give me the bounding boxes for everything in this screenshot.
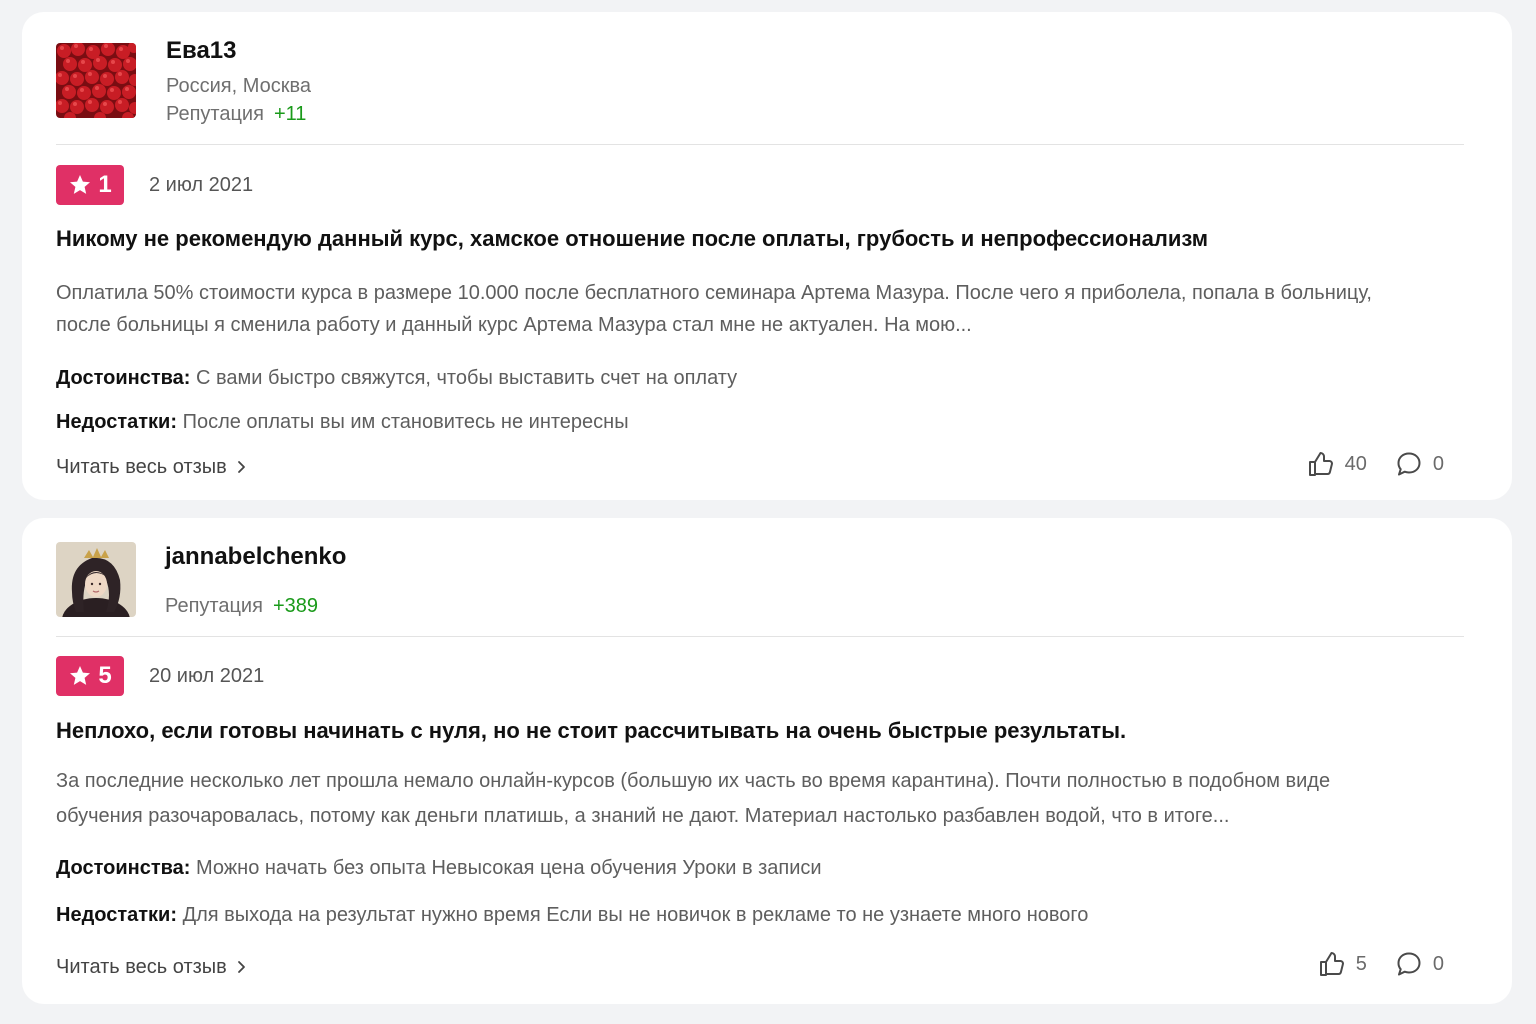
star-icon [70,666,91,685]
review-card: jannabelchenko Репутация +389 5 20 июл 20… [22,518,1512,1004]
divider [56,636,1464,637]
speech-bubble-icon [1397,452,1421,476]
author-reputation: Репутация +389 [165,592,346,620]
reputation-value: +389 [272,595,318,617]
review-title[interactable]: Неплохо, если готовы начинать с нуля, но… [56,716,1452,746]
review-cons: Недостатки: После оплаты вы им становите… [56,408,1452,436]
cons-label: Недостатки: [56,411,178,433]
comment-count: 0 [1432,452,1444,475]
cons-label: Недостатки: [56,904,178,926]
author-name[interactable]: Ева13 [166,36,311,66]
author-info: jannabelchenko Репутация +389 [165,542,346,620]
chevron-right-icon [237,961,245,973]
reputation-value: +11 [273,103,307,125]
like-count: 40 [1344,452,1367,475]
cons-text: После оплаты вы им становитесь не интере… [182,411,629,433]
like-button[interactable]: 40 [1307,450,1367,478]
review-actions: 40 0 [1307,450,1444,478]
avatar[interactable] [56,542,136,617]
thumbs-up-icon [1319,952,1344,976]
pros-label: Достоинства: [56,367,191,389]
comment-count: 0 [1432,952,1444,975]
read-more-link[interactable]: Читать весь отзыв [56,453,247,481]
review-text: За последние несколько лет прошла немало… [56,770,1331,827]
pros-text: Можно начать без опыта Невысокая цена об… [196,857,822,879]
read-more-label: Читать весь отзыв [56,956,227,978]
rating-badge: 1 [56,165,124,205]
rating-value: 1 [98,171,112,198]
review-date: 20 июл 2021 [149,665,265,687]
rating-badge: 5 [56,656,124,696]
rating-value: 5 [98,662,112,689]
chevron-right-icon [237,461,245,473]
star-icon [70,175,91,194]
read-more-link[interactable]: Читать весь отзыв [56,953,247,981]
comment-button[interactable]: 0 [1395,950,1444,978]
pros-text: С вами быстро свяжутся, чтобы выставить … [196,367,738,389]
review-title[interactable]: Никому не рекомендую данный курс, хамско… [56,224,1452,254]
author-location: Россия, Москва [166,75,311,97]
berries-avatar-image [56,43,136,118]
cons-text: Для выхода на результат нужно время Если… [182,904,1089,926]
thumbs-up-icon [1308,452,1333,476]
review-pros: Достоинства: Можно начать без опыта Невы… [56,854,1452,882]
reputation-label: Репутация [166,103,264,125]
review-pros: Достоинства: С вами быстро свяжутся, что… [56,364,1452,392]
author-info: Ева13 Россия, Москва Репутация +11 [166,36,311,128]
comment-button[interactable]: 0 [1395,450,1444,478]
like-count: 5 [1355,952,1367,975]
read-more-label: Читать весь отзыв [56,456,227,478]
speech-bubble-icon [1397,952,1421,976]
review-text: Оплатила 50% стоимости курса в размере 1… [56,282,1372,336]
like-button[interactable]: 5 [1318,950,1367,978]
reputation-label: Репутация [165,595,263,617]
review-cons: Недостатки: Для выхода на результат нужн… [56,901,1452,929]
author-name[interactable]: jannabelchenko [165,542,346,572]
avatar[interactable] [56,43,136,118]
pros-label: Достоинства: [56,857,191,879]
divider [56,144,1464,145]
author-reputation: Репутация +11 [166,100,311,128]
review-card: Ева13 Россия, Москва Репутация +11 1 2 ию… [22,12,1512,500]
review-actions: 5 0 [1318,950,1444,978]
portrait-avatar-image [56,542,136,617]
review-date: 2 июл 2021 [149,174,254,196]
